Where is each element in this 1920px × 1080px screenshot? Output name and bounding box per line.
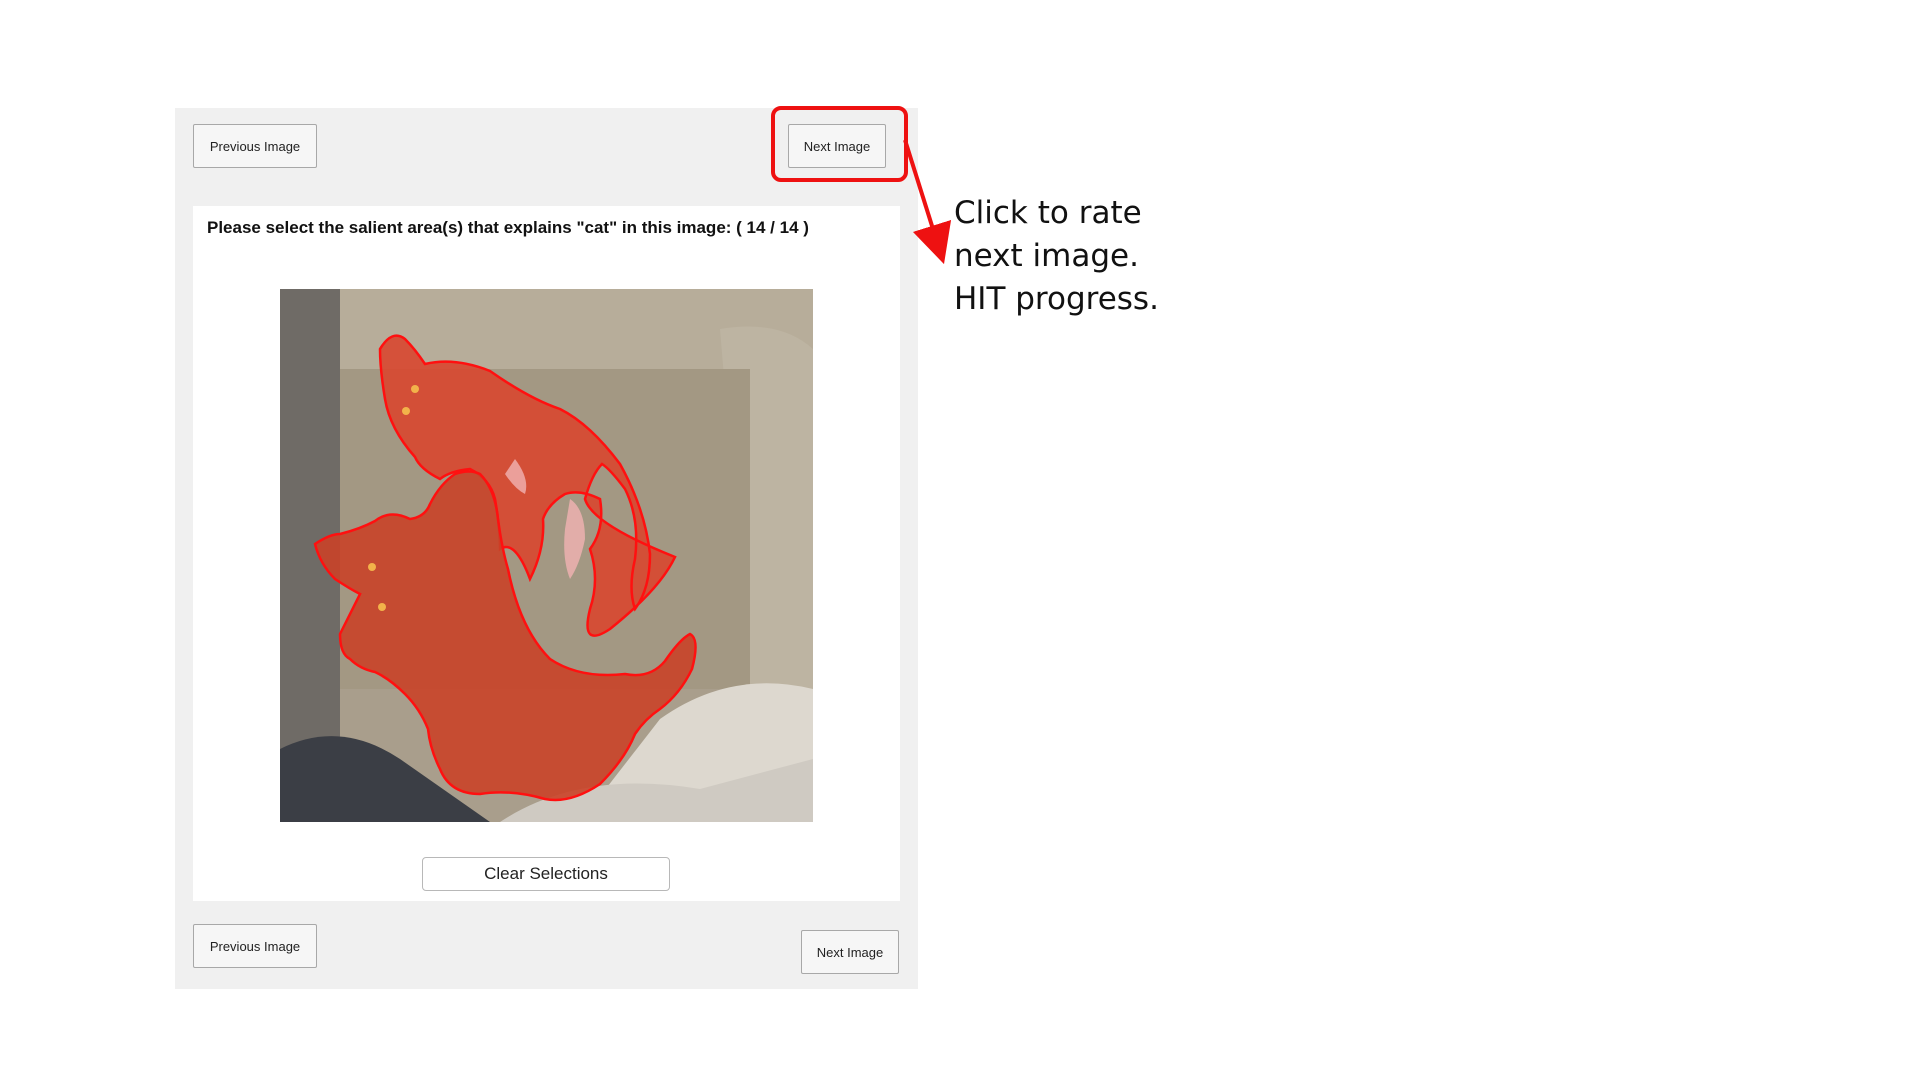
annotation-arrow: [903, 139, 952, 265]
annotation-line: next image.: [954, 238, 1139, 274]
lower-cat-eye-left: [368, 563, 376, 571]
task-card: Please select the salient area(s) that e…: [193, 206, 900, 901]
page-canvas: Previous Image Next Image Please select …: [0, 0, 1920, 1080]
upper-cat-eye-left: [411, 385, 419, 393]
previous-image-button-top[interactable]: Previous Image: [193, 124, 317, 168]
annotation-text: Click to rate next image. HIT progress.: [954, 192, 1159, 321]
annotation-line: HIT progress.: [954, 281, 1159, 317]
next-button-highlight: [771, 106, 908, 182]
lower-cat-eye-right: [378, 603, 386, 611]
rated-image[interactable]: [280, 289, 813, 822]
next-image-button-bottom[interactable]: Next Image: [801, 930, 899, 974]
upper-cat-eye-right: [402, 407, 410, 415]
previous-image-button-bottom[interactable]: Previous Image: [193, 924, 317, 968]
task-prompt: Please select the salient area(s) that e…: [207, 218, 809, 237]
rating-panel: Previous Image Next Image Please select …: [175, 108, 918, 989]
clear-selections-button[interactable]: Clear Selections: [422, 857, 670, 891]
annotation-line: Click to rate: [954, 195, 1142, 231]
